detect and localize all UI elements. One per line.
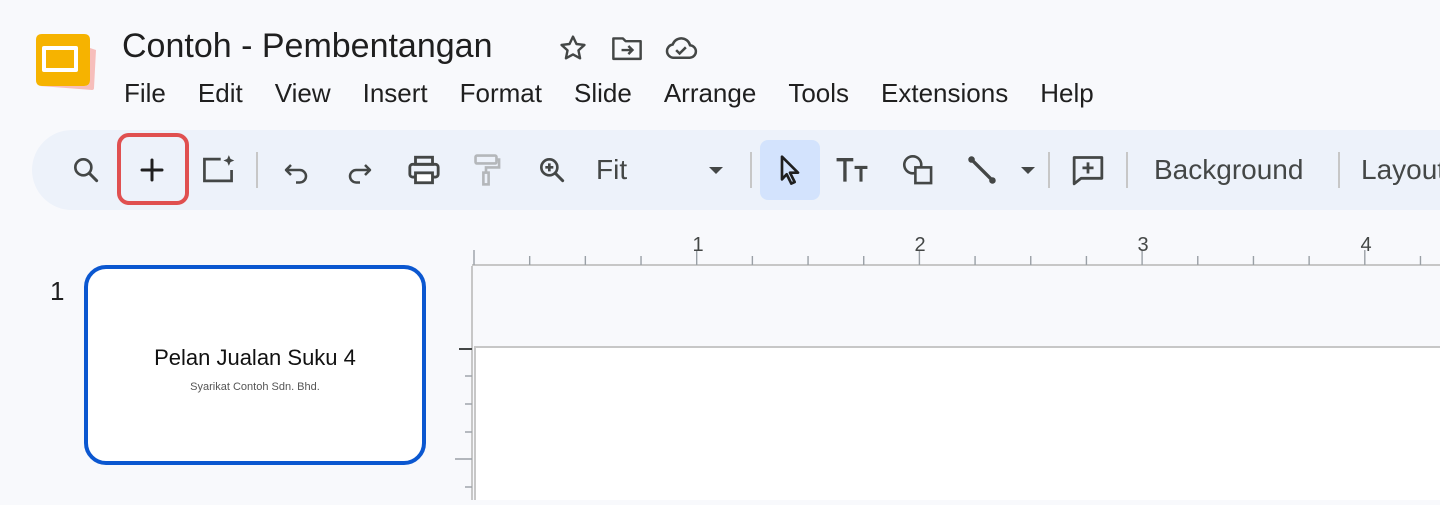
line-dropdown-icon[interactable] bbox=[1008, 140, 1048, 200]
menu-tools[interactable]: Tools bbox=[772, 78, 865, 109]
ruler-tick-label: 2 bbox=[914, 234, 925, 256]
slide-thumbnail[interactable]: Pelan Jualan Suku 4 Syarikat Contoh Sdn.… bbox=[84, 265, 426, 465]
menu-file[interactable]: File bbox=[108, 78, 182, 109]
layout-button[interactable]: Layout bbox=[1361, 140, 1440, 200]
move-to-folder-icon[interactable] bbox=[609, 30, 645, 66]
search-menus-icon[interactable] bbox=[56, 140, 116, 200]
toolbar: Fit Background Layout bbox=[32, 130, 1440, 210]
slide-thumbnail-subtitle: Syarikat Contoh Sdn. Bhd. bbox=[190, 381, 320, 393]
cloud-saved-icon[interactable] bbox=[663, 30, 699, 66]
undo-icon[interactable] bbox=[266, 140, 326, 200]
menu-view[interactable]: View bbox=[259, 78, 347, 109]
generate-slide-icon[interactable] bbox=[188, 140, 248, 200]
paint-format-icon[interactable] bbox=[456, 140, 516, 200]
document-title[interactable]: Contoh - Pembentangan bbox=[122, 24, 492, 68]
horizontal-ruler: 1 2 3 4 bbox=[472, 228, 1440, 266]
add-comment-icon[interactable] bbox=[1058, 140, 1118, 200]
menu-slide[interactable]: Slide bbox=[558, 78, 648, 109]
zoom-dropdown-icon[interactable] bbox=[696, 140, 736, 200]
shape-icon[interactable] bbox=[888, 140, 948, 200]
new-slide-highlight bbox=[117, 133, 189, 205]
slide-thumbnail-title: Pelan Jualan Suku 4 bbox=[154, 345, 356, 370]
menu-bar: File Edit View Insert Format Slide Arran… bbox=[108, 72, 1110, 114]
slide-canvas[interactable] bbox=[474, 346, 1440, 500]
zoom-select[interactable]: Fit bbox=[596, 140, 627, 200]
slide-number: 1 bbox=[50, 276, 65, 306]
menu-arrange[interactable]: Arrange bbox=[648, 78, 773, 109]
text-box-icon[interactable] bbox=[822, 140, 882, 200]
print-icon[interactable] bbox=[394, 140, 454, 200]
menu-format[interactable]: Format bbox=[444, 78, 558, 109]
zoom-icon[interactable] bbox=[522, 140, 582, 200]
ruler-tick-label: 1 bbox=[692, 234, 703, 256]
ruler-tick-label: 3 bbox=[1137, 234, 1148, 256]
menu-help[interactable]: Help bbox=[1024, 78, 1109, 109]
menu-edit[interactable]: Edit bbox=[182, 78, 259, 109]
title-actions bbox=[555, 30, 699, 66]
select-tool-icon[interactable] bbox=[760, 140, 820, 200]
background-button[interactable]: Background bbox=[1154, 140, 1303, 200]
vertical-ruler bbox=[455, 266, 473, 500]
menu-extensions[interactable]: Extensions bbox=[865, 78, 1024, 109]
ruler-tick-label: 4 bbox=[1360, 234, 1371, 256]
star-icon[interactable] bbox=[555, 30, 591, 66]
menu-insert[interactable]: Insert bbox=[347, 78, 444, 109]
slides-logo-icon[interactable] bbox=[30, 30, 98, 96]
line-icon[interactable] bbox=[952, 140, 1012, 200]
redo-icon[interactable] bbox=[330, 140, 390, 200]
